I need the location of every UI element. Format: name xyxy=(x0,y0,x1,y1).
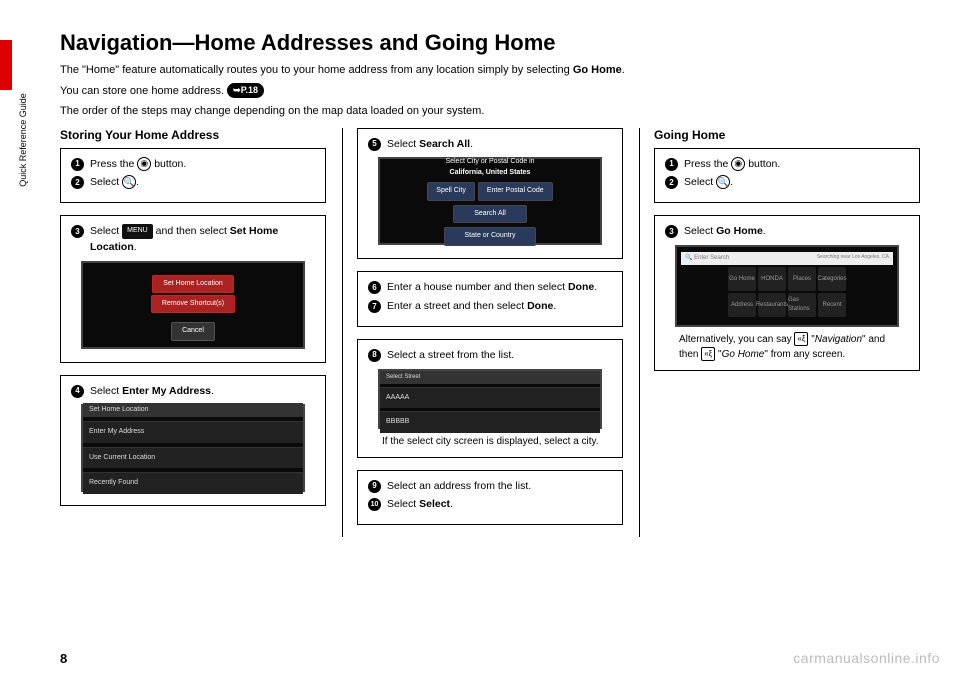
step8-text: Select a street from the list. xyxy=(387,348,514,364)
step-7: 7 xyxy=(368,300,381,313)
column-2: 5 Select Search All. Select City or Post… xyxy=(342,128,623,538)
shot-grid: Go Home HONDA Places Categories Address … xyxy=(728,267,846,317)
nav-icon: ◉ xyxy=(137,157,151,171)
shot-remove: Remove Shortcut(s) xyxy=(151,295,235,314)
grid-go-home: Go Home xyxy=(728,267,756,291)
step-9: 9 xyxy=(368,480,381,493)
search-icon: 🔍 xyxy=(716,175,730,189)
step5-text: Select Search All. xyxy=(387,137,473,153)
screenshot-go-home: 🔍 Enter Search Searching near Los Angele… xyxy=(675,245,899,327)
shot-b-hdr: Set Home Location xyxy=(83,403,303,418)
c3-step-2: 2 xyxy=(665,176,678,189)
step-5: 5 xyxy=(368,138,381,151)
col2-box1: 5 Select Search All. Select City or Post… xyxy=(357,128,623,260)
c3-step2-text: Select 🔍. xyxy=(684,175,733,191)
step2-text: Select 🔍. xyxy=(90,175,139,191)
grid-gas: Gas Stations xyxy=(788,293,816,317)
shot-postal: Enter Postal Code xyxy=(478,182,553,201)
col1-box1: 1 Press the ◉ button. 2 Select 🔍. xyxy=(60,148,326,204)
screenshot-search-all: Select City or Postal Code in California… xyxy=(378,157,602,245)
voice-icon: «ξ xyxy=(794,332,808,346)
intro-1: The "Home" feature automatically routes … xyxy=(60,62,920,79)
step6-text: Enter a house number and then select Don… xyxy=(387,280,597,296)
c3-step-3: 3 xyxy=(665,225,678,238)
col2-box2: 6 Enter a house number and then select D… xyxy=(357,271,623,327)
intro-1a: The "Home" feature automatically routes … xyxy=(60,64,573,76)
column-3: Going Home 1 Press the ◉ button. 2 Selec… xyxy=(639,128,920,538)
screenshot-set-home: Set Home Location Remove Shortcut(s) Can… xyxy=(81,261,305,349)
shot-searchbar: 🔍 Enter Search Searching near Los Angele… xyxy=(681,252,893,265)
column-1: Storing Your Home Address 1 Press the ◉ … xyxy=(60,128,326,538)
grid-categories: Categories xyxy=(818,267,846,291)
screenshot-enter-address: Set Home Location Enter My Address Use C… xyxy=(81,404,305,492)
step10-text: Select Select. xyxy=(387,497,453,513)
step3-text: Select MENU and then select Set Home Loc… xyxy=(90,224,315,256)
shot-spell: Spell City xyxy=(427,182,475,201)
col1-box2: 3 Select MENU and then select Set Home L… xyxy=(60,215,326,363)
nav-icon: ◉ xyxy=(731,157,745,171)
step9-text: Select an address from the list. xyxy=(387,479,531,495)
step-10: 10 xyxy=(368,498,381,511)
shot-d-a: AAAAA xyxy=(380,387,600,409)
intro-1c: . xyxy=(622,64,625,76)
step-2: 2 xyxy=(71,176,84,189)
step-8: 8 xyxy=(368,349,381,362)
grid-restaurants: Restaurants xyxy=(758,293,786,317)
side-label: Quick Reference Guide xyxy=(18,80,28,200)
shot-b-o1: Enter My Address xyxy=(83,421,303,443)
step-3: 3 xyxy=(71,225,84,238)
col3-box1: 1 Press the ◉ button. 2 Select 🔍. xyxy=(654,148,920,204)
shot-d-b: BBBBB xyxy=(380,411,600,433)
intro-2a: You can store one home address. xyxy=(60,85,227,97)
c3-step3-text: Select Go Home. xyxy=(684,224,766,240)
shot-state: State or Country xyxy=(444,227,537,246)
intro-3: The order of the steps may change depend… xyxy=(60,103,920,120)
alt-text: Alternatively, you can say «ξ "Navigatio… xyxy=(679,332,901,362)
shot-d-hdr: Select Street xyxy=(380,371,600,384)
c3-step-1: 1 xyxy=(665,158,678,171)
step-6: 6 xyxy=(368,281,381,294)
page-title: Navigation—Home Addresses and Going Home xyxy=(60,30,920,56)
step8-note: If the select city screen is displayed, … xyxy=(382,434,604,449)
col3-box2: 3 Select Go Home. 🔍 Enter Search Searchi… xyxy=(654,215,920,371)
page-ref-pill: ➥P.18 xyxy=(227,83,264,99)
step1-text: Press the ◉ button. xyxy=(90,157,186,173)
shot-c-hdr: Select City or Postal Code in California… xyxy=(445,157,534,178)
grid-recent: Recent xyxy=(818,293,846,317)
shot-b-o3: Recently Found xyxy=(83,472,303,494)
c3-step1-text: Press the ◉ button. xyxy=(684,157,780,173)
shot-set-home: Set Home Location xyxy=(152,275,234,294)
watermark: carmanualsonline.info xyxy=(793,650,940,666)
shot-cancel: Cancel xyxy=(171,322,215,341)
intro-1b: Go Home xyxy=(573,64,622,76)
step-1: 1 xyxy=(71,158,84,171)
col2-box3: 8 Select a street from the list. Select … xyxy=(357,339,623,458)
voice-icon: «ξ xyxy=(701,347,715,361)
grid-places: Places xyxy=(788,267,816,291)
intro-2: You can store one home address. ➥P.18 xyxy=(60,83,920,100)
screenshot-select-street: Select Street AAAAA BBBBB xyxy=(378,369,602,429)
step-4: 4 xyxy=(71,385,84,398)
step4-text: Select Enter My Address. xyxy=(90,384,214,400)
col2-box4: 9 Select an address from the list. 10 Se… xyxy=(357,470,623,526)
grid-address: Address xyxy=(728,293,756,317)
step7-text: Enter a street and then select Done. xyxy=(387,299,556,315)
col1-heading: Storing Your Home Address xyxy=(60,128,326,142)
grid-honda: HONDA xyxy=(758,267,786,291)
shot-b-o2: Use Current Location xyxy=(83,447,303,469)
menu-button-icon: MENU xyxy=(122,224,153,239)
search-icon: 🔍 xyxy=(122,175,136,189)
col1-box3: 4 Select Enter My Address. Set Home Loca… xyxy=(60,375,326,507)
red-tab xyxy=(0,40,12,90)
shot-all: Search All xyxy=(453,205,527,224)
col3-heading: Going Home xyxy=(654,128,920,142)
page-number: 8 xyxy=(60,651,67,666)
